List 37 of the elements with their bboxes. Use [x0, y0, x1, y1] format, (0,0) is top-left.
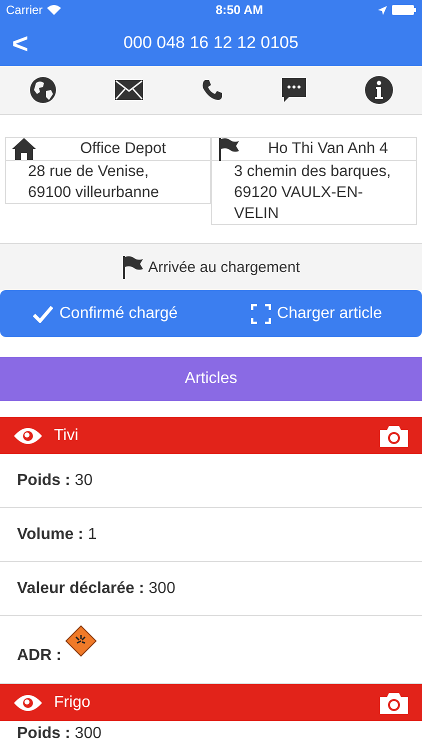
field-text: Poids : 30	[17, 472, 93, 490]
nav-title: 000 048 16 12 12 0105	[124, 33, 298, 53]
clock-time: 8:50 AM	[216, 3, 264, 17]
chat-icon[interactable]	[280, 77, 307, 103]
location-arrow-icon	[378, 6, 387, 14]
back-button[interactable]: <	[8, 28, 32, 60]
field-label: ADR :	[17, 647, 62, 665]
phone-icon[interactable]	[200, 78, 224, 102]
eye-icon[interactable]	[14, 694, 42, 710]
wifi-icon	[46, 5, 61, 15]
status-label: Arrivée au chargement	[148, 258, 300, 276]
address-text: 28 rue de Venise, 69100 villeurbanne	[5, 161, 211, 204]
carrier-label: Carrier	[6, 3, 43, 17]
article-name: Tivi	[54, 426, 80, 444]
hazard-diamond-icon	[65, 625, 98, 657]
flag-icon	[122, 255, 144, 279]
field-text: Volume : 1	[17, 526, 97, 544]
info-icon[interactable]	[364, 75, 394, 105]
camera-icon[interactable]	[380, 424, 408, 446]
globe-icon[interactable]	[28, 75, 58, 105]
action-button[interactable]: Confirmé chargé	[0, 290, 211, 337]
article-name: Frigo	[54, 694, 92, 712]
section-header: Articles	[0, 357, 422, 401]
address-text: 3 chemin des barques, 69120 VAULX-EN-VELIN	[211, 161, 417, 225]
scan-frame-icon	[251, 304, 272, 324]
field-text: Poids : 300	[17, 725, 102, 743]
house-icon	[12, 138, 36, 160]
flag-icon	[218, 137, 240, 161]
checkmark-icon	[33, 304, 54, 322]
address-name: Ho Thi Van Anh 4	[266, 140, 390, 158]
envelope-icon[interactable]	[115, 80, 144, 100]
address-name: Office Depot	[79, 140, 167, 158]
battery-icon	[392, 5, 416, 15]
eye-icon[interactable]	[14, 428, 42, 444]
camera-icon[interactable]	[380, 692, 408, 714]
action-button[interactable]: Charger article	[211, 290, 422, 337]
field-text: Valeur déclarée : 300	[17, 580, 176, 598]
